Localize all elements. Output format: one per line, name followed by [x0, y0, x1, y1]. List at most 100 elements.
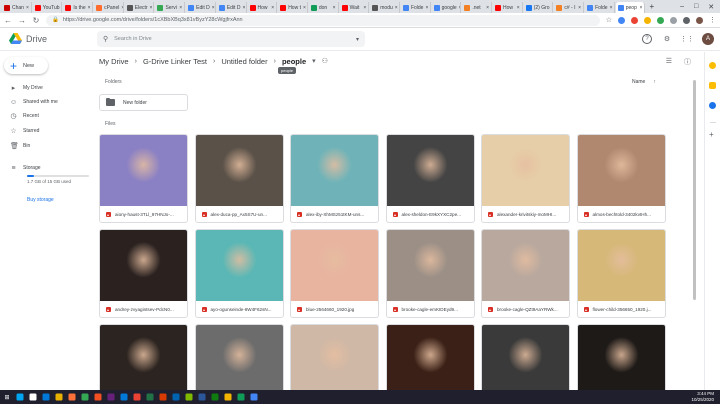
sort-arrow-icon[interactable]: ↑ [653, 79, 656, 85]
extension-icon[interactable] [657, 16, 664, 24]
search-options-icon[interactable]: ▾ [356, 36, 359, 43]
file-card[interactable]: alexander-krivitskiy-moMHI... [481, 134, 570, 223]
taskbar-app-icon[interactable] [224, 393, 232, 401]
file-thumbnail[interactable] [100, 325, 187, 396]
chevron-down-icon[interactable]: ▾ [312, 57, 316, 65]
file-thumbnail[interactable] [386, 325, 474, 396]
taskbar-app-icon[interactable] [68, 393, 76, 401]
browser-tab[interactable]: Electr × [125, 2, 155, 13]
taskbar-app-icon[interactable] [94, 393, 102, 401]
tab-close-icon[interactable]: × [333, 5, 336, 11]
tab-close-icon[interactable]: × [395, 5, 398, 11]
sidebar-item-storage[interactable]: ≡ Storage [0, 162, 95, 174]
new-button[interactable]: + New [4, 57, 48, 74]
browser-tab[interactable]: (2) Gro× [524, 2, 554, 13]
taskbar-app-icon[interactable] [146, 393, 154, 401]
browser-tab[interactable]: Wait × [340, 2, 370, 13]
file-thumbnail[interactable] [577, 325, 665, 396]
tab-close-icon[interactable]: × [486, 5, 489, 11]
tab-close-icon[interactable]: × [212, 5, 215, 11]
folder-item[interactable]: New folder [99, 94, 188, 111]
help-icon[interactable]: ? [642, 34, 652, 44]
apps-grid-icon[interactable]: ⋮⋮ [680, 34, 694, 44]
extension-icon[interactable] [631, 16, 638, 24]
sidebar-item-bin[interactable]: 🗑 Bin [0, 140, 95, 152]
start-menu-icon[interactable]: ⊞ [2, 392, 12, 402]
taskbar-app-icon[interactable] [172, 393, 180, 401]
tasks-icon[interactable] [709, 102, 716, 109]
tab-close-icon[interactable]: × [179, 5, 182, 11]
tab-close-icon[interactable]: × [425, 5, 428, 11]
taskbar-app-icon[interactable] [250, 393, 258, 401]
taskbar-app-icon[interactable] [159, 393, 167, 401]
browser-tab[interactable]: YouTub× [33, 2, 63, 13]
file-card[interactable]: andrey-zvyagintsev-PdcN0... [99, 229, 188, 318]
browser-tab[interactable]: modu × [370, 2, 400, 13]
tab-close-icon[interactable]: × [459, 5, 461, 11]
file-thumbnail[interactable] [386, 230, 474, 301]
taskbar-app-icon[interactable] [55, 393, 63, 401]
browser-tab[interactable]: Edit D × [217, 2, 247, 13]
breadcrumb-my-drive[interactable]: My Drive [99, 57, 129, 66]
file-card[interactable]: alex-iby-XhMSz51tKM-uns... [290, 134, 379, 223]
extension-icon[interactable] [670, 16, 677, 24]
file-card[interactable]: brooke-cagle-QZt9AaYRWk... [481, 229, 570, 318]
browser-tab[interactable]: Servi × [155, 2, 186, 13]
file-card[interactable]: brooke-cagle-emKIDEyd9... [385, 229, 475, 318]
file-thumbnail[interactable] [195, 230, 283, 301]
back-icon[interactable]: ← [4, 16, 12, 25]
search-icon[interactable]: ⚲ [103, 35, 108, 43]
minimize-button[interactable]: – [680, 3, 684, 10]
tab-close-icon[interactable]: × [88, 5, 91, 11]
browser-tab[interactable]: How t × [278, 2, 308, 13]
taskbar-app-icon[interactable] [29, 393, 37, 401]
scrollbar[interactable] [693, 72, 697, 382]
browser-tab[interactable]: How × [248, 2, 278, 13]
list-view-icon[interactable]: ☰ [666, 57, 672, 67]
file-thumbnail[interactable] [291, 325, 378, 396]
taskbar-app-icon[interactable] [211, 393, 219, 401]
file-card[interactable]: alex-duca-pp_Ax5S7U-un... [194, 134, 284, 223]
browser-tab[interactable]: c# - I × [554, 2, 585, 13]
file-card[interactable]: flower-child-356650_1920.j... [576, 229, 666, 318]
file-thumbnail[interactable] [482, 230, 569, 301]
file-thumbnail[interactable] [195, 135, 283, 206]
extension-icon[interactable] [644, 16, 651, 24]
browser-tab[interactable]: Chan × [2, 2, 32, 13]
browser-tab[interactable]: Is the × [63, 2, 94, 13]
close-window-button[interactable]: ✕ [708, 3, 714, 11]
buy-storage-link[interactable]: Buy storage [27, 197, 54, 203]
tab-close-icon[interactable]: × [552, 5, 553, 11]
info-icon[interactable]: ⓘ [684, 57, 691, 67]
browser-tab[interactable]: cPanel× [94, 2, 124, 13]
url-field[interactable]: 🔒 https://drive.google.com/drive/folders… [46, 14, 600, 26]
browser-tab[interactable]: .net × [462, 2, 492, 13]
browser-menu-icon[interactable]: ⋮ [709, 16, 716, 24]
file-thumbnail[interactable] [577, 230, 665, 301]
drive-logo[interactable]: Drive [0, 33, 97, 45]
taskbar-app-icon[interactable] [120, 393, 128, 401]
new-tab-button[interactable]: + [646, 2, 657, 11]
tab-close-icon[interactable]: × [363, 5, 366, 11]
tab-close-icon[interactable]: × [121, 5, 122, 11]
browser-tab[interactable]: google × [432, 2, 462, 13]
file-thumbnail[interactable] [195, 325, 283, 396]
browser-tab[interactable]: don × [309, 2, 339, 13]
file-thumbnail[interactable] [100, 135, 187, 206]
add-addon-icon[interactable]: + [709, 130, 714, 139]
extension-icon[interactable] [618, 16, 625, 24]
calendar-icon[interactable] [709, 62, 716, 69]
browser-tab[interactable]: peop × [615, 2, 646, 13]
browser-tab[interactable]: How × [493, 2, 523, 13]
search-bar[interactable]: ⚲ Search in Drive ▾ [97, 31, 365, 47]
sidebar-item-recent[interactable]: ◷ Recent [0, 110, 95, 122]
reload-icon[interactable]: ↻ [32, 16, 40, 25]
file-thumbnail[interactable] [482, 135, 569, 206]
breadcrumb-g-drive-linker-test[interactable]: G-Drive Linker Test [143, 57, 207, 66]
tab-close-icon[interactable]: × [578, 5, 581, 11]
taskbar-app-icon[interactable] [107, 393, 115, 401]
sidebar-item-starred[interactable]: ☆ Starred [0, 125, 95, 137]
bookmark-star-icon[interactable]: ☆ [606, 16, 612, 24]
tab-close-icon[interactable]: × [640, 5, 643, 11]
file-card[interactable]: blue-2564660_1920.jpg [290, 229, 379, 318]
